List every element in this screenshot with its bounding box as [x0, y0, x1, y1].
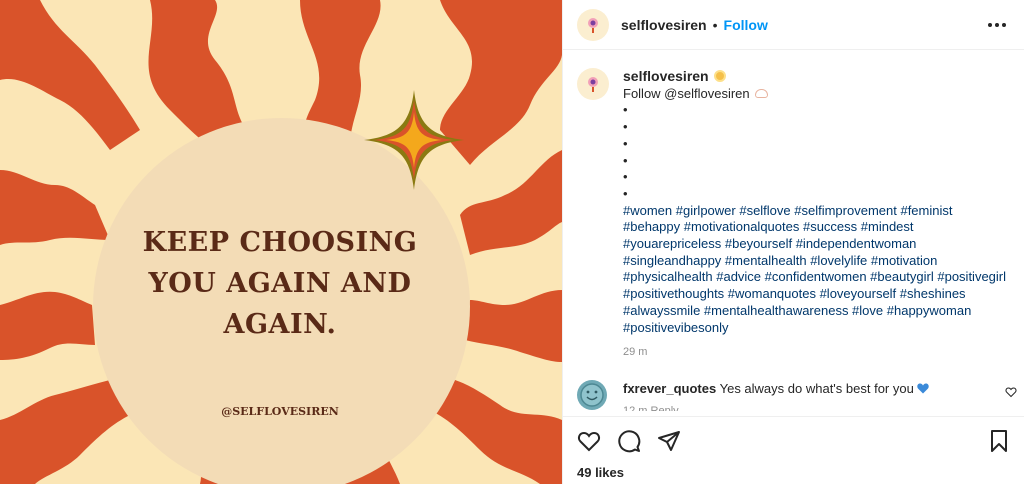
smiley-icon [580, 383, 604, 407]
quote-text: KEEP CHOOSING YOU AGAIN AND AGAIN. [120, 222, 440, 345]
post-header: selflovesiren • Follow [563, 0, 1024, 50]
header-username[interactable]: selflovesiren [621, 17, 707, 33]
quote-line: KEEP CHOOSING [142, 227, 418, 258]
caption: selflovesiren Follow @selflovesiren • • … [577, 68, 1007, 361]
comment-meta[interactable]: 12 m Reply [623, 403, 993, 411]
post-image[interactable]: KEEP CHOOSING YOU AGAIN AND AGAIN. @SELF… [0, 0, 562, 484]
caption-first-line: Follow @selflovesiren [623, 85, 750, 101]
bookmark-icon[interactable] [987, 429, 1011, 453]
comment-text: Yes always do what's best for you [719, 381, 914, 396]
bullet-line: • [623, 135, 628, 151]
share-icon[interactable] [657, 429, 681, 453]
sun-emoji-icon [713, 70, 726, 82]
comment-like-icon[interactable] [1005, 386, 1017, 398]
comment-username[interactable]: fxrever_quotes [623, 381, 716, 396]
bullet-line: • [623, 152, 628, 168]
mascot-icon [588, 77, 598, 92]
post-timestamp[interactable]: 29 m [623, 344, 1007, 361]
action-bar: 49 likes [563, 416, 1024, 484]
image-handle: @SELFLOVESIREN [221, 405, 339, 418]
caption-username[interactable]: selflovesiren [623, 68, 709, 84]
avatar[interactable] [577, 68, 609, 100]
bullet-line: • [623, 119, 628, 135]
follow-button[interactable]: Follow [724, 17, 768, 33]
more-options-icon[interactable] [984, 19, 1010, 31]
commenter-avatar[interactable] [577, 380, 607, 410]
heart-hands-emoji-icon [754, 88, 768, 98]
bullet-line: • [623, 169, 628, 185]
hashtags[interactable]: #women #girlpower #selflove #selfimprove… [623, 203, 1007, 337]
comment-body: fxrever_quotes Yes always do what's best… [623, 380, 993, 411]
post-sidebar: selflovesiren • Follow selflovesiren Fol… [562, 0, 1024, 484]
comment-icon[interactable] [617, 429, 641, 453]
avatar[interactable] [577, 8, 609, 41]
bullet-line: • [623, 185, 628, 201]
blue-heart-icon [917, 383, 930, 394]
separator-dot: • [712, 16, 718, 33]
sparkle-star-icon [364, 90, 464, 190]
caption-body: selflovesiren Follow @selflovesiren • • … [623, 68, 1007, 361]
heart-icon[interactable] [577, 429, 601, 453]
comment: fxrever_quotes Yes always do what's best… [577, 380, 1017, 411]
quote-line: AGAIN. [223, 309, 337, 340]
mascot-icon [588, 17, 598, 33]
bullet-line: • [623, 102, 628, 118]
likes-count[interactable]: 49 likes [563, 453, 1024, 480]
quote-line: YOU AGAIN AND [148, 268, 412, 299]
